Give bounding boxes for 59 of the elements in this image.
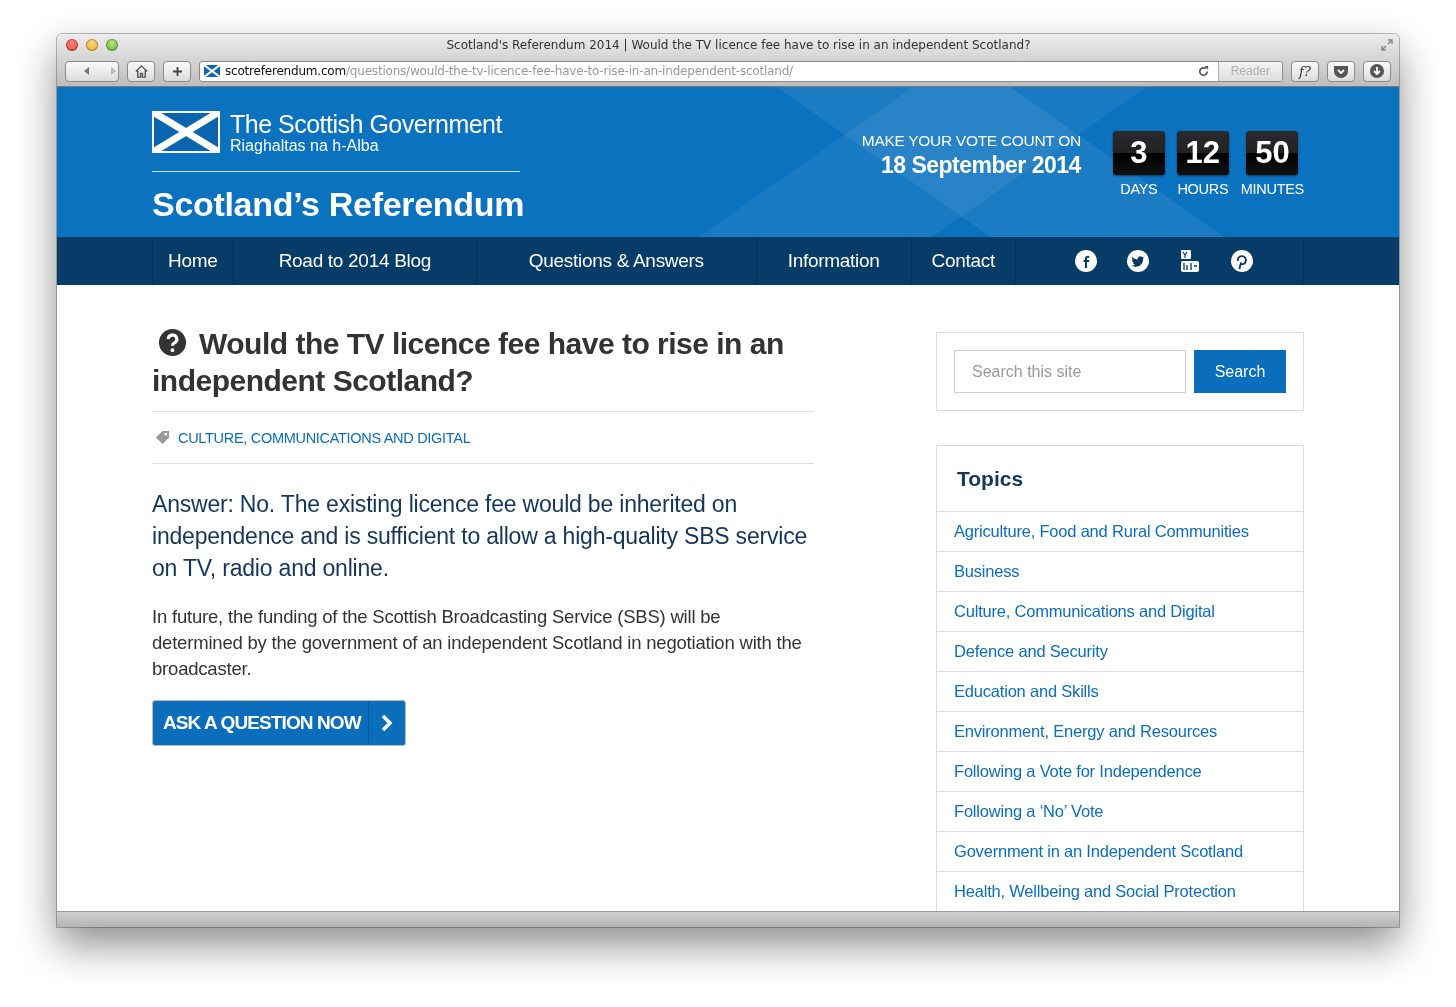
article-title: Would the TV licence fee have to rise in an independent Scotland? — [152, 325, 814, 412]
search-button[interactable]: Search — [1194, 350, 1286, 393]
countdown-unit: HOURS — [1177, 181, 1229, 197]
pocket-button[interactable] — [1327, 60, 1355, 82]
nav-link[interactable]: Home — [152, 237, 233, 285]
ask-question-button[interactable]: ASK A QUESTION NOW — [152, 700, 406, 746]
countdown-digits: 12 — [1176, 131, 1229, 175]
nav-link[interactable]: Information — [755, 237, 911, 285]
site-title[interactable]: Scotland’s Referendum — [152, 182, 525, 226]
search-field[interactable]: Search this site — [954, 350, 1186, 393]
home-button[interactable] — [127, 60, 155, 82]
answer-body: In future, the funding of the Scottish Broadcasting Service (SBS) will be determined by the government of an independent Scotland in negotiation with the broadcaster. — [152, 605, 803, 681]
facebook-icon[interactable] — [1074, 249, 1098, 273]
topic-link[interactable]: Education and Skills — [937, 672, 1303, 712]
window-title: Scotland's Referendum 2014 | Would the TV licence fee have to rise in an independent Scotland? — [445, 38, 1032, 52]
address-bar[interactable]: scotreferendum.com/questions/would-the-tv-licence-fee-have-to-rise-in-an-independent-scotland/ Reader — [199, 60, 1283, 82]
answer-lead: Answer: No. The existing licence fee would be inherited on independence and is sufficient to allow a high-quality SBS service on TV, radio and online. — [152, 490, 809, 583]
nav-link[interactable]: Contact — [910, 237, 1015, 285]
logo-title: The Scottish Government — [230, 111, 502, 137]
countdown-unit: MINUTES — [1240, 181, 1304, 197]
download-button[interactable] — [1363, 60, 1391, 82]
fullscreen-icon[interactable] — [1380, 38, 1394, 52]
plus-icon — [171, 65, 183, 77]
topic-link[interactable]: Culture, Communications and Digital — [937, 592, 1303, 632]
chevron-pocket-icon — [1333, 64, 1349, 78]
topic-link[interactable]: Business — [937, 552, 1303, 592]
back-forward-button[interactable] — [65, 60, 119, 82]
vote-label: MAKE YOUR VOTE COUNT ON — [861, 132, 1081, 150]
flag-icon — [204, 65, 220, 77]
question-mark-icon — [158, 328, 187, 357]
topics-heading: Topics — [937, 446, 1303, 512]
script-button[interactable]: f? — [1291, 60, 1319, 82]
countdown-unit: DAYS — [1120, 181, 1158, 197]
logo-subtitle: Riaghaltas na h-Alba — [230, 137, 380, 155]
close-button[interactable] — [66, 39, 78, 51]
countdown-digits: 50 — [1246, 131, 1299, 175]
vote-date: 18 September 2014 — [880, 152, 1081, 179]
topic-link[interactable]: Government in an Independent Scotland — [937, 832, 1303, 872]
home-icon — [133, 63, 149, 79]
url-text: scotreferendum.com/questions/would-the-tv-licence-fee-have-to-rise-in-an-independent-scotland/ — [225, 64, 794, 78]
reload-icon[interactable] — [1196, 64, 1210, 78]
topic-link[interactable]: Defence and Security — [937, 632, 1303, 672]
zoom-button[interactable] — [106, 39, 118, 51]
chevron-right-icon — [381, 714, 393, 732]
topic-link[interactable]: Environment, Energy and Resources — [937, 712, 1303, 752]
download-icon — [1369, 63, 1385, 79]
pinterest-icon[interactable] — [1230, 249, 1254, 273]
topic-link[interactable]: Following a Vote for Independence — [937, 752, 1303, 792]
twitter-bird-icon[interactable] — [1126, 249, 1150, 273]
countdown-digits: 3 — [1112, 131, 1165, 175]
tag-icon — [155, 430, 170, 445]
topic-link[interactable]: Following a ‘No’ Vote — [937, 792, 1303, 832]
add-bookmark-button[interactable] — [163, 60, 191, 82]
nav-link[interactable]: Questions & Answers — [476, 237, 756, 285]
nav-link[interactable]: Road to 2014 Blog — [232, 237, 477, 285]
minimize-button[interactable] — [86, 39, 98, 51]
saltire-flag-icon — [152, 111, 220, 153]
topic-link[interactable]: Agriculture, Food and Rural Communities — [937, 512, 1303, 552]
category-link[interactable]: CULTURE, COMMUNICATIONS AND DIGITAL — [178, 429, 471, 446]
